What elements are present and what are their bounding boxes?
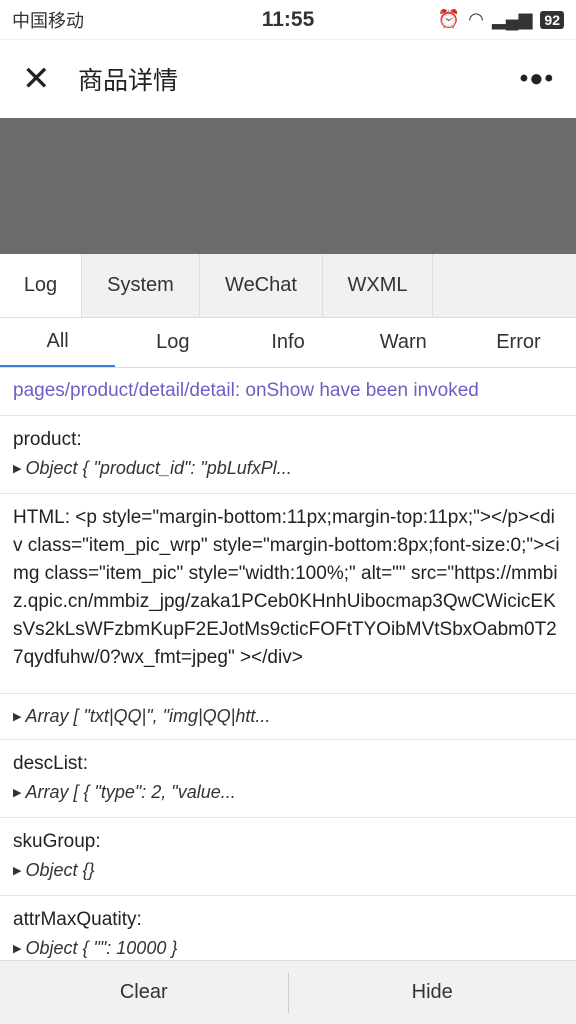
hide-button[interactable]: Hide bbox=[289, 981, 576, 1004]
nav-bar: ✕ 商品详情 •●• bbox=[0, 40, 576, 118]
status-bar: 中国移动 11:55 ⏰ ◠ ▂▄▆ 92 bbox=[0, 0, 576, 40]
clear-button[interactable]: Clear bbox=[0, 981, 288, 1004]
console-tabs: Log System WeChat WXML bbox=[0, 254, 576, 318]
alarm-icon: ⏰ bbox=[437, 9, 461, 29]
wifi-icon: ◠ bbox=[468, 9, 484, 29]
object-toggle[interactable]: ▶ Array [ { "type": 2, "value... bbox=[13, 778, 563, 807]
log-entry: product: ▶ Object { "product_id": "pbLufx… bbox=[0, 416, 576, 494]
carrier: 中国移动 bbox=[12, 10, 84, 31]
log-entry: descList: ▶ Array [ { "type": 2, "value..… bbox=[0, 740, 576, 818]
log-label: descList: bbox=[13, 753, 88, 774]
object-preview: Object { "": 10000 } bbox=[25, 938, 178, 958]
log-label: skuGroup: bbox=[13, 831, 101, 852]
expand-triangle-icon: ▶ bbox=[13, 463, 22, 475]
log-list: pages/product/detail/detail: onShow have… bbox=[0, 368, 576, 974]
tab-system[interactable]: System bbox=[82, 254, 200, 317]
log-label: attrMaxQuatity: bbox=[13, 909, 142, 930]
object-toggle[interactable]: ▶ Object { "": 10000 } bbox=[13, 934, 563, 963]
filter-log[interactable]: Log bbox=[115, 318, 230, 367]
console-footer: Clear Hide bbox=[0, 960, 576, 1024]
log-label: product: bbox=[13, 429, 82, 450]
more-icon[interactable]: •●• bbox=[520, 65, 554, 93]
object-preview: Object { "product_id": "pbLufxPl... bbox=[25, 458, 292, 478]
object-preview: Array [ "txt|QQ|", "img|QQ|htt... bbox=[25, 706, 271, 726]
object-toggle[interactable]: ▶ Object {} bbox=[13, 856, 563, 885]
filter-info[interactable]: Info bbox=[230, 318, 345, 367]
object-preview: Array [ { "type": 2, "value... bbox=[25, 782, 236, 802]
page-title: 商品详情 bbox=[78, 67, 179, 95]
object-preview: Object {} bbox=[25, 860, 95, 880]
log-entry: HTML: <p style="margin-bottom:11px;margi… bbox=[0, 494, 576, 694]
log-entry: ▶ Array [ "txt|QQ|", "img|QQ|htt... bbox=[0, 694, 576, 740]
log-filter-tabs: All Log Info Warn Error bbox=[0, 318, 576, 368]
object-toggle[interactable]: ▶ Object { "product_id": "pbLufxPl... bbox=[13, 454, 563, 483]
expand-triangle-icon: ▶ bbox=[13, 943, 22, 955]
tab-log[interactable]: Log bbox=[0, 254, 82, 317]
filter-error[interactable]: Error bbox=[461, 318, 576, 367]
close-icon[interactable]: ✕ bbox=[22, 59, 78, 99]
expand-triangle-icon: ▶ bbox=[13, 711, 22, 723]
filter-all[interactable]: All bbox=[0, 318, 116, 367]
tab-wechat[interactable]: WeChat bbox=[200, 254, 323, 317]
expand-triangle-icon: ▶ bbox=[13, 787, 22, 799]
log-entry: pages/product/detail/detail: onShow have… bbox=[0, 368, 576, 416]
object-toggle[interactable]: ▶ Array [ "txt|QQ|", "img|QQ|htt... bbox=[13, 702, 563, 731]
page-content-placeholder bbox=[0, 118, 576, 254]
filter-warn[interactable]: Warn bbox=[346, 318, 461, 367]
signal-icon: ▂▄▆ bbox=[491, 9, 533, 29]
battery-icon: 92 bbox=[540, 10, 564, 29]
log-entry: skuGroup: ▶ Object {} bbox=[0, 818, 576, 896]
expand-triangle-icon: ▶ bbox=[13, 865, 22, 877]
tab-wxml[interactable]: WXML bbox=[323, 254, 433, 317]
